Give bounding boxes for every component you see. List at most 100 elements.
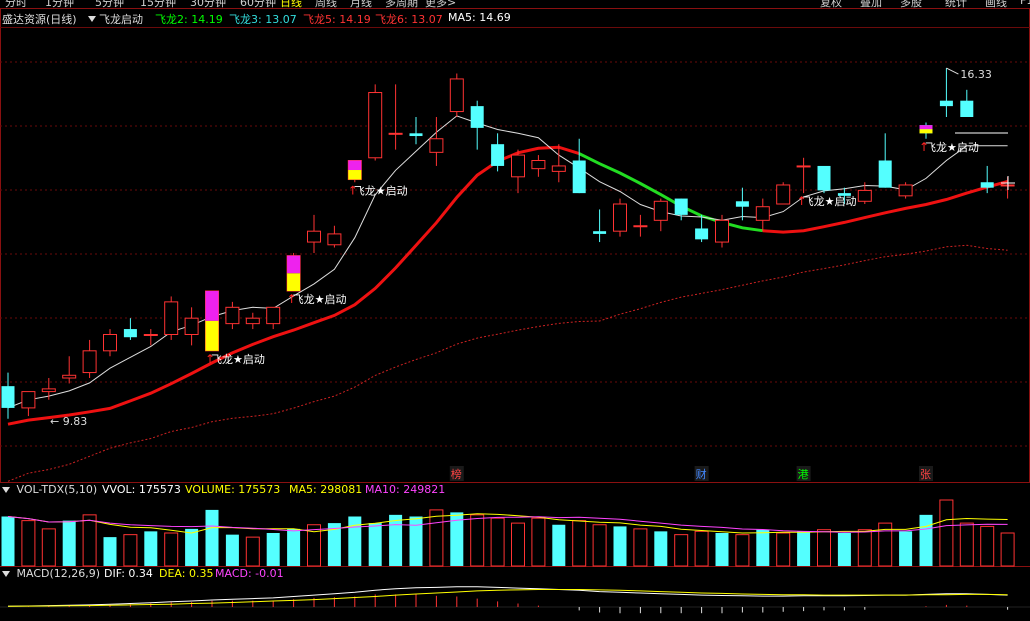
dropdown-icon[interactable] [2, 571, 10, 577]
volume-bar [735, 534, 750, 567]
signal-label: 飞龙★启动 [803, 195, 857, 208]
candle-body [857, 189, 872, 202]
macd-hd-value-1: DEA: 0.35 [159, 567, 214, 580]
vol-hd-value-3: MA10: 249821 [365, 483, 446, 496]
volume-bar [899, 531, 913, 566]
volume-bar [21, 520, 36, 567]
macd-header: MACD(12,26,9) DIF: 0.34 DEA: 0.35 MACD: -0… [2, 567, 284, 580]
candle-body [491, 144, 505, 166]
volume-bar [470, 514, 485, 567]
volume-bar [82, 514, 97, 567]
candle-body [633, 225, 648, 228]
volume-bar [389, 514, 403, 566]
volume-bar [797, 531, 811, 566]
candle-body [368, 92, 383, 159]
candle-body [184, 317, 199, 335]
volume-bar [776, 532, 791, 567]
candle-body [143, 334, 158, 336]
candle-body [123, 329, 137, 338]
candle-body [307, 230, 321, 243]
volume-bar [939, 499, 954, 567]
event-marker-港: 港 [798, 468, 809, 481]
volume-bar [245, 536, 260, 567]
candle-body [960, 100, 974, 117]
candle-body [82, 350, 97, 374]
candle-body [266, 306, 281, 325]
volume-bar [654, 531, 668, 566]
candle-body [572, 160, 586, 194]
signal-bar-bottom [919, 129, 933, 134]
signal-bar-top [205, 291, 219, 321]
candle-body [674, 198, 688, 215]
volume-bar [837, 533, 851, 566]
main-panel-border [0, 8, 1030, 483]
candle-body [939, 100, 953, 107]
volume-bar [144, 531, 158, 566]
volume-bar [123, 534, 138, 567]
volume-bar [225, 534, 239, 566]
volume-bar [613, 526, 627, 566]
candle-body [62, 374, 77, 379]
candle-body [715, 219, 729, 243]
candle-body [735, 201, 749, 207]
candle-body [103, 334, 117, 352]
candle-body [817, 165, 831, 191]
low-price-label: ← 9.83 [50, 415, 87, 428]
volume-bar [429, 509, 444, 567]
signal-bar-bottom [287, 273, 301, 291]
high-pointer [946, 67, 959, 75]
event-marker-张: 张 [920, 468, 931, 481]
signal-bar-top [919, 125, 933, 130]
signal-label: 飞龙★启动 [354, 184, 408, 197]
volume-bar [817, 529, 831, 567]
candle-body [755, 206, 770, 221]
candle-body [980, 182, 994, 188]
macd-hd-value-0: DIF: 0.34 [104, 567, 153, 580]
high-price-label: 16.33 [960, 68, 992, 81]
volume-bar [633, 528, 648, 567]
volume-bar [348, 516, 362, 566]
signal-label: 飞龙★启动 [925, 141, 979, 154]
volume-bar [164, 532, 179, 567]
volume-bar [674, 534, 689, 567]
signal-bar-top [348, 160, 362, 171]
candle-body [225, 306, 240, 325]
candle-body [593, 231, 607, 234]
candle-body [41, 388, 56, 393]
candle-body [511, 154, 525, 178]
volume-bar [959, 522, 974, 567]
trend-line-down [578, 152, 764, 233]
macd-hd-value-2: MACD: -0.01 [215, 567, 284, 580]
candle-body [388, 132, 403, 135]
volume-bar [1, 516, 15, 566]
candle-body [551, 165, 566, 172]
vol-hd-value-0: VVOL: 175573 [102, 483, 181, 496]
event-marker-榜: 榜 [451, 467, 462, 481]
candle-body [327, 233, 342, 246]
chart-canvas[interactable]: ↑飞龙★启动↑飞龙★启动↑飞龙★启动↑飞龙★启动↑飞龙★启动16.33← 9.8… [0, 0, 1030, 621]
candle-body [429, 138, 444, 153]
vol-hd-value-1: VOLUME: 175573 [185, 483, 281, 496]
volume-bar [205, 509, 219, 566]
volume-bar [980, 525, 995, 567]
volume-bar [490, 517, 505, 567]
volume-bar [857, 529, 872, 567]
volume-bar [185, 528, 199, 566]
volume-bar [41, 528, 56, 567]
candle-body [470, 106, 484, 128]
signal-bar-top [287, 255, 301, 274]
volume-bar [592, 524, 607, 567]
candle-body [776, 184, 791, 205]
candle-body [878, 160, 892, 188]
volume-bar [694, 530, 709, 567]
volume-bar [1000, 532, 1015, 567]
volume-bar [511, 522, 525, 567]
macd-dea-line [7, 589, 1008, 607]
event-marker-财: 财 [696, 467, 707, 481]
candle-body [449, 78, 464, 113]
volume-bar [572, 520, 587, 567]
dropdown-icon[interactable] [2, 487, 10, 493]
candle-body [531, 160, 546, 170]
candle-body [898, 184, 913, 197]
volume-bar [919, 514, 933, 566]
